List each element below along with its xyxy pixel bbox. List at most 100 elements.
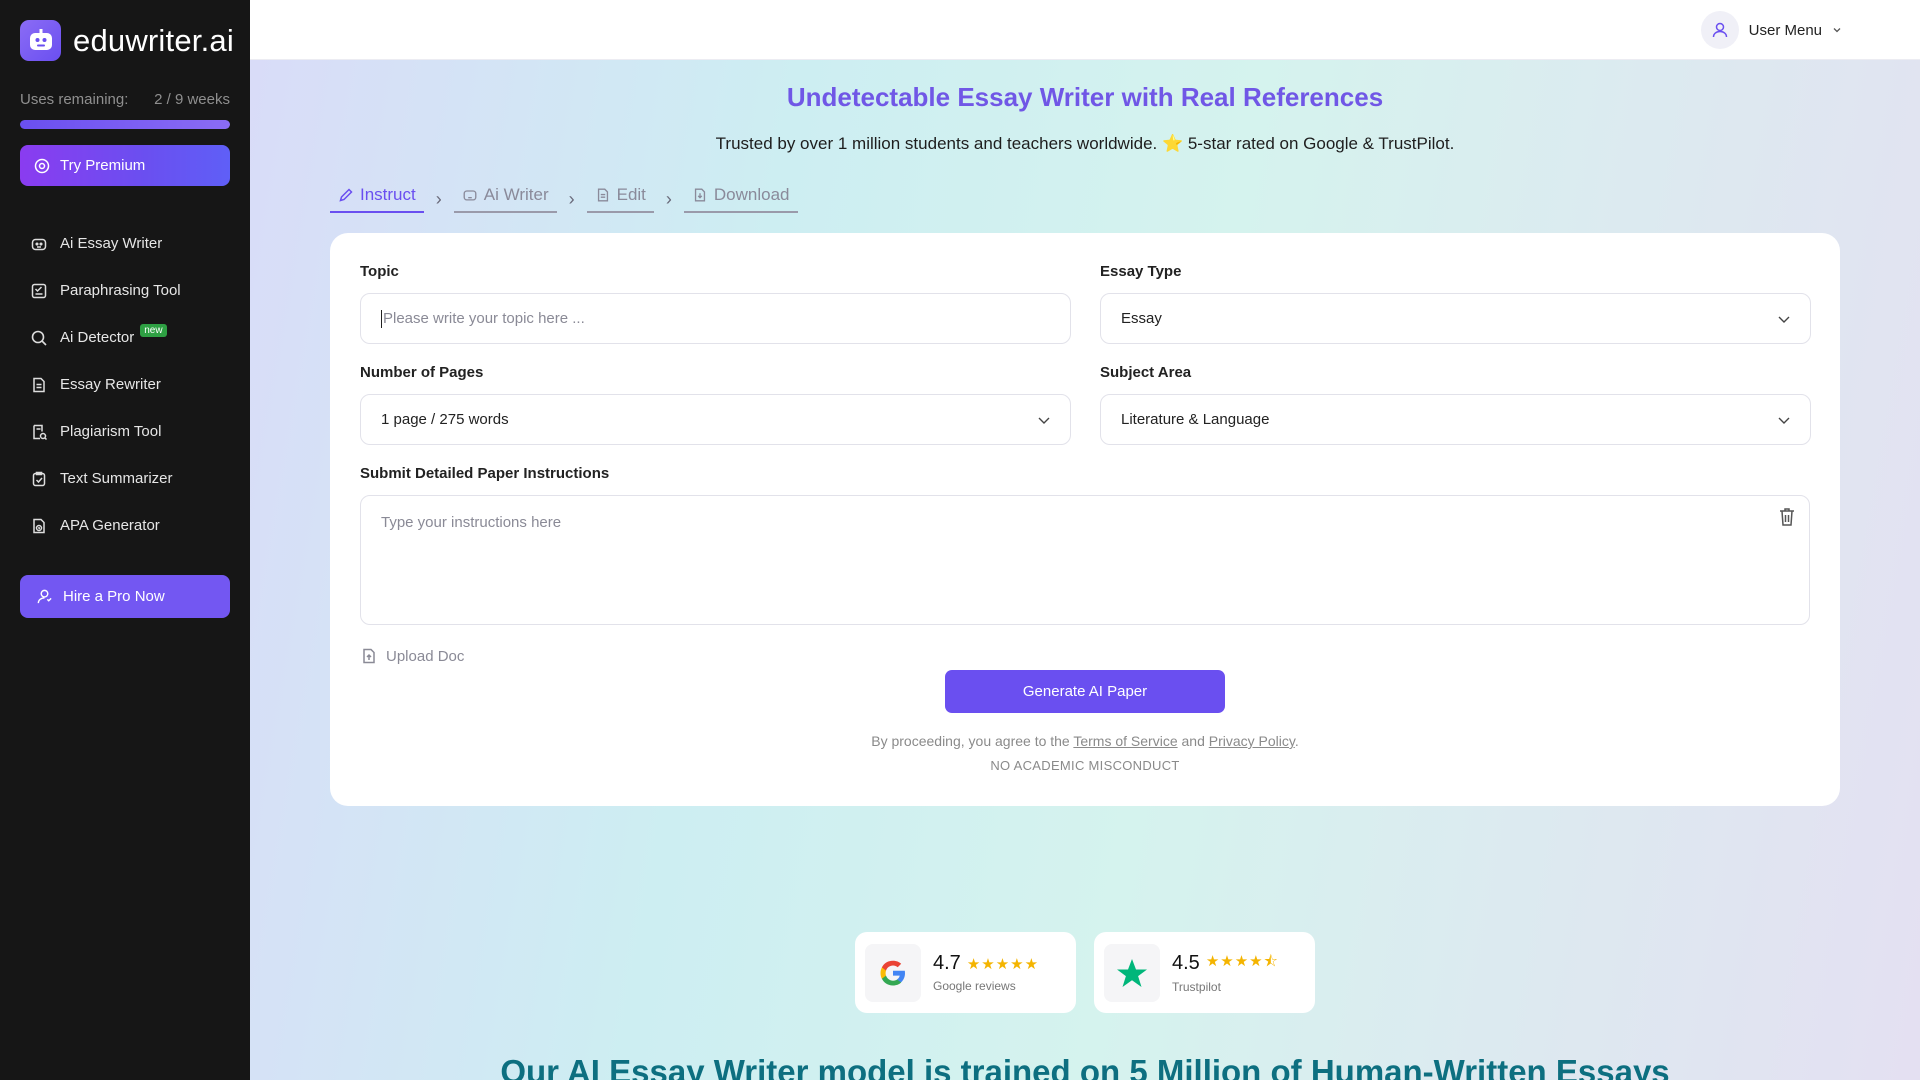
chevron-down-icon <box>1778 316 1790 323</box>
instructions-textarea[interactable]: Type your instructions here <box>360 495 1810 625</box>
google-score: 4.7 <box>933 952 961 974</box>
sidebar-item-paraphrasing-tool[interactable]: Paraphrasing Tool <box>30 267 230 314</box>
sidebar-item-essay-rewriter[interactable]: Essay Rewriter <box>30 361 230 408</box>
essay-type-select[interactable]: Essay <box>1100 293 1811 344</box>
privacy-policy-link[interactable]: Privacy Policy <box>1209 733 1295 749</box>
upload-doc-label: Upload Doc <box>386 647 465 665</box>
hire-pro-label: Hire a Pro Now <box>63 588 165 605</box>
google-stars: ★★★★★ <box>966 955 1040 973</box>
clipboard-check-icon <box>32 471 46 486</box>
sidebar-item-plagiarism-tool[interactable]: Plagiarism Tool <box>30 408 230 455</box>
sidebar-item-label: Text Summarizer <box>60 470 173 487</box>
document-clock-icon <box>33 518 45 533</box>
pages-label: Number of Pages <box>360 364 484 381</box>
google-review-info: 4.7 ★★★★★ Google reviews <box>933 952 1039 993</box>
page-title: Undetectable Essay Writer with Real Refe… <box>786 82 1384 112</box>
trustpilot-review-info: 4.5 ★★★★⯪ Trustpilot <box>1172 951 1279 994</box>
try-premium-button[interactable]: Try Premium <box>20 145 230 186</box>
sidebar-item-label: Paraphrasing Tool <box>60 282 181 299</box>
trash-icon[interactable] <box>1777 506 1797 528</box>
google-icon <box>865 943 921 1002</box>
tab-label: Edit <box>616 185 646 204</box>
topic-placeholder: Please write your topic here ... <box>383 310 585 327</box>
sidebar-nav: Ai Essay Writer Paraphrasing Tool Ai Det… <box>30 220 230 549</box>
premium-icon <box>34 158 50 173</box>
terms-suffix: . <box>1294 733 1299 749</box>
chevron-down-icon <box>1038 417 1050 424</box>
tab-label: Ai Writer <box>483 185 549 204</box>
tab-instruct[interactable]: Instruct <box>330 185 424 213</box>
trustpilot-review-card[interactable]: 4.5 ★★★★⯪ Trustpilot <box>1094 932 1315 1013</box>
academic-notice: NO ACADEMIC MISCONDUCT <box>990 758 1180 773</box>
sidebar-item-label: Plagiarism Tool <box>60 423 162 440</box>
essay-form-card: Topic Please write your topic here ... E… <box>330 233 1840 806</box>
google-review-card[interactable]: 4.7 ★★★★★ Google reviews <box>855 932 1076 1013</box>
robot-icon <box>31 238 47 250</box>
text-cursor <box>381 309 382 328</box>
topic-input[interactable]: Please write your topic here ... <box>360 293 1071 344</box>
sidebar-item-label: Ai Detector <box>60 329 135 346</box>
user-avatar <box>1700 11 1739 49</box>
tab-ai-writer[interactable]: Ai Writer <box>453 185 557 213</box>
terms-of-service-link[interactable]: Terms of Service <box>1073 733 1177 749</box>
sidebar: eduwriter.ai Uses remaining: 2 / 9 weeks… <box>0 0 250 1080</box>
sidebar-item-ai-detector[interactable]: Ai Detector new <box>30 314 230 361</box>
page-subtitle: Trusted by over 1 million students and t… <box>715 134 1455 153</box>
usage-label: Uses remaining: <box>20 91 129 108</box>
essay-type-label: Essay Type <box>1100 263 1182 280</box>
hire-pro-button[interactable]: Hire a Pro Now <box>20 575 230 618</box>
chevron-right-icon: › <box>568 188 575 209</box>
tab-label: Instruct <box>360 185 416 204</box>
logo[interactable]: eduwriter.ai <box>20 20 234 61</box>
instructions-label: Submit Detailed Paper Instructions <box>360 465 610 482</box>
download-doc-icon <box>694 188 706 202</box>
paraphrase-icon <box>31 283 47 298</box>
terms-and: and <box>1181 733 1205 749</box>
trustpilot-stars: ★★★★⯪ <box>1205 953 1279 970</box>
chevron-down-icon <box>1778 417 1790 424</box>
tab-edit[interactable]: Edit <box>586 185 654 213</box>
usage-progress-bar <box>20 120 230 129</box>
user-menu-button[interactable]: User Menu <box>1700 11 1842 49</box>
generate-paper-button[interactable]: Generate AI Paper <box>945 670 1225 713</box>
pencil-icon <box>339 188 353 202</box>
upload-doc-button[interactable]: Upload Doc <box>360 647 464 665</box>
sidebar-item-label: Ai Essay Writer <box>60 235 163 252</box>
subject-select[interactable]: Literature & Language <box>1100 394 1811 445</box>
upload-doc-icon <box>363 648 375 664</box>
top-bar: User Menu <box>250 0 1920 60</box>
search-icon <box>31 330 47 346</box>
trustpilot-star-icon <box>1104 943 1160 1002</box>
document-icon <box>33 377 45 392</box>
sidebar-item-apa-generator[interactable]: APA Generator <box>30 502 230 549</box>
section-heading: Our AI Essay Writer model is trained on … <box>500 1053 1670 1080</box>
instructions-placeholder: Type your instructions here <box>381 514 562 531</box>
chevron-down-icon <box>1833 28 1841 33</box>
pages-value: 1 page / 275 words <box>381 411 509 428</box>
sidebar-item-text-summarizer[interactable]: Text Summarizer <box>30 455 230 502</box>
trustpilot-source: Trustpilot <box>1172 980 1221 994</box>
subject-label: Subject Area <box>1100 364 1192 381</box>
brand-name: eduwriter.ai <box>73 22 234 58</box>
chevron-right-icon: › <box>435 188 442 209</box>
tab-download[interactable]: Download <box>683 185 798 213</box>
chevron-right-icon: › <box>665 188 672 209</box>
user-icon <box>37 589 52 604</box>
user-menu-label: User Menu <box>1748 21 1822 39</box>
pages-select[interactable]: 1 page / 275 words <box>360 394 1071 445</box>
terms-notice: By proceeding, you agree to the Terms of… <box>330 733 1840 749</box>
usage-progress-fill <box>20 120 230 129</box>
user-icon <box>1712 22 1727 38</box>
sidebar-item-ai-essay-writer[interactable]: Ai Essay Writer <box>30 220 230 267</box>
generate-paper-label: Generate AI Paper <box>1022 683 1148 700</box>
google-source: Google reviews <box>933 979 1016 993</box>
document-icon <box>597 188 608 202</box>
sidebar-item-label: APA Generator <box>60 517 160 534</box>
usage-value: 2 / 9 weeks <box>154 91 230 108</box>
subject-value: Literature & Language <box>1121 411 1270 428</box>
robot-logo-icon <box>20 20 61 61</box>
robot-icon <box>463 190 477 201</box>
sidebar-item-label: Essay Rewriter <box>60 376 161 393</box>
terms-prefix: By proceeding, you agree to the <box>871 733 1070 749</box>
new-badge: new <box>140 324 167 337</box>
